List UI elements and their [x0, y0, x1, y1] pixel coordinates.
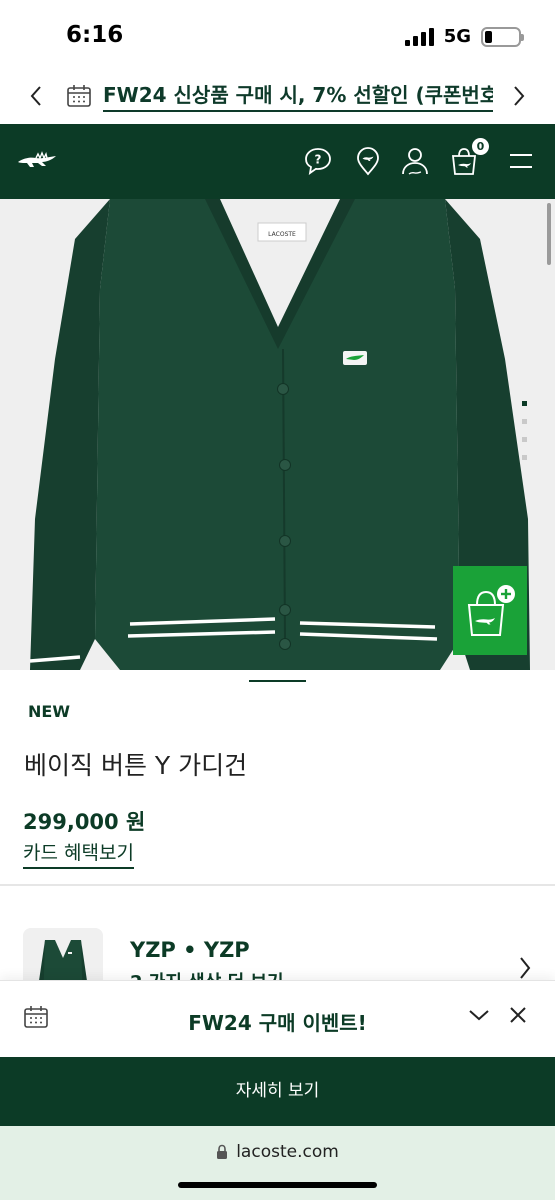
- carousel-dot[interactable]: [522, 455, 527, 460]
- carousel-dot[interactable]: [522, 419, 527, 424]
- home-indicator: [178, 1182, 377, 1188]
- status-bar: 6:16 5G: [0, 0, 555, 68]
- color-code-title: YZP • YZP: [130, 938, 250, 962]
- product-price: 299,000 원: [23, 810, 146, 834]
- product-image-gallery[interactable]: LACOSTE: [0, 199, 555, 670]
- chevron-left-icon: [30, 86, 41, 106]
- color-options-row[interactable]: YZP • YZP 2 가지 색상 더 보기: [0, 928, 555, 980]
- browser-url-bar[interactable]: lacoste.com: [0, 1126, 555, 1200]
- battery-icon: [481, 26, 524, 47]
- chevron-right-icon[interactable]: [519, 956, 531, 980]
- shopping-bag-icon[interactable]: 0: [447, 138, 489, 178]
- garment-label-text: LACOSTE: [268, 231, 296, 238]
- cellular-signal-icon: [404, 27, 434, 46]
- lock-icon: [217, 1144, 228, 1159]
- chevron-right-icon: [514, 86, 525, 106]
- url-display[interactable]: lacoste.com: [0, 1142, 555, 1162]
- account-icon[interactable]: [398, 144, 432, 178]
- new-badge: NEW: [28, 702, 70, 721]
- status-indicators: 5G: [404, 26, 524, 47]
- status-time: 6:16: [66, 22, 124, 48]
- promo-prev-button[interactable]: [22, 80, 50, 112]
- carousel-indicator: [522, 401, 527, 460]
- quick-add-button[interactable]: [453, 566, 527, 655]
- calendar-icon: [66, 84, 92, 112]
- url-text: lacoste.com: [236, 1142, 339, 1162]
- close-icon[interactable]: [508, 1005, 528, 1029]
- carousel-dot[interactable]: [522, 401, 527, 406]
- network-type: 5G: [443, 26, 471, 47]
- event-banner: FW24 구매 이벤트!: [0, 980, 555, 1057]
- view-details-button[interactable]: 자세히 보기: [0, 1057, 555, 1126]
- main-navigation: ? 0: [0, 124, 555, 199]
- card-benefit-link[interactable]: 카드 혜택보기: [23, 838, 134, 869]
- gallery-progress-indicator: [249, 680, 306, 682]
- carousel-dot[interactable]: [522, 437, 527, 442]
- chat-help-icon[interactable]: ?: [301, 144, 335, 178]
- cart-count-badge: 0: [472, 138, 489, 155]
- page-scrollbar[interactable]: [547, 203, 551, 265]
- color-thumbnail: [23, 928, 103, 980]
- crocodile-logo-icon[interactable]: [16, 148, 58, 176]
- menu-icon[interactable]: [504, 144, 538, 178]
- add-to-bag-icon: [467, 584, 515, 636]
- product-title: 베이직 버튼 Y 가디건: [24, 751, 248, 780]
- promo-text-link[interactable]: FW24 신상품 구매 시, 7% 선할인 (쿠폰번호: [103, 82, 493, 112]
- store-location-icon[interactable]: [351, 144, 385, 178]
- chevron-down-icon[interactable]: [468, 1007, 490, 1026]
- promo-next-button[interactable]: [505, 80, 533, 112]
- divider: [0, 884, 555, 886]
- more-colors-link[interactable]: 2 가지 색상 더 보기: [130, 968, 284, 980]
- promo-banner: FW24 신상품 구매 시, 7% 선할인 (쿠폰번호: [0, 68, 555, 124]
- svg-text:?: ?: [315, 153, 322, 167]
